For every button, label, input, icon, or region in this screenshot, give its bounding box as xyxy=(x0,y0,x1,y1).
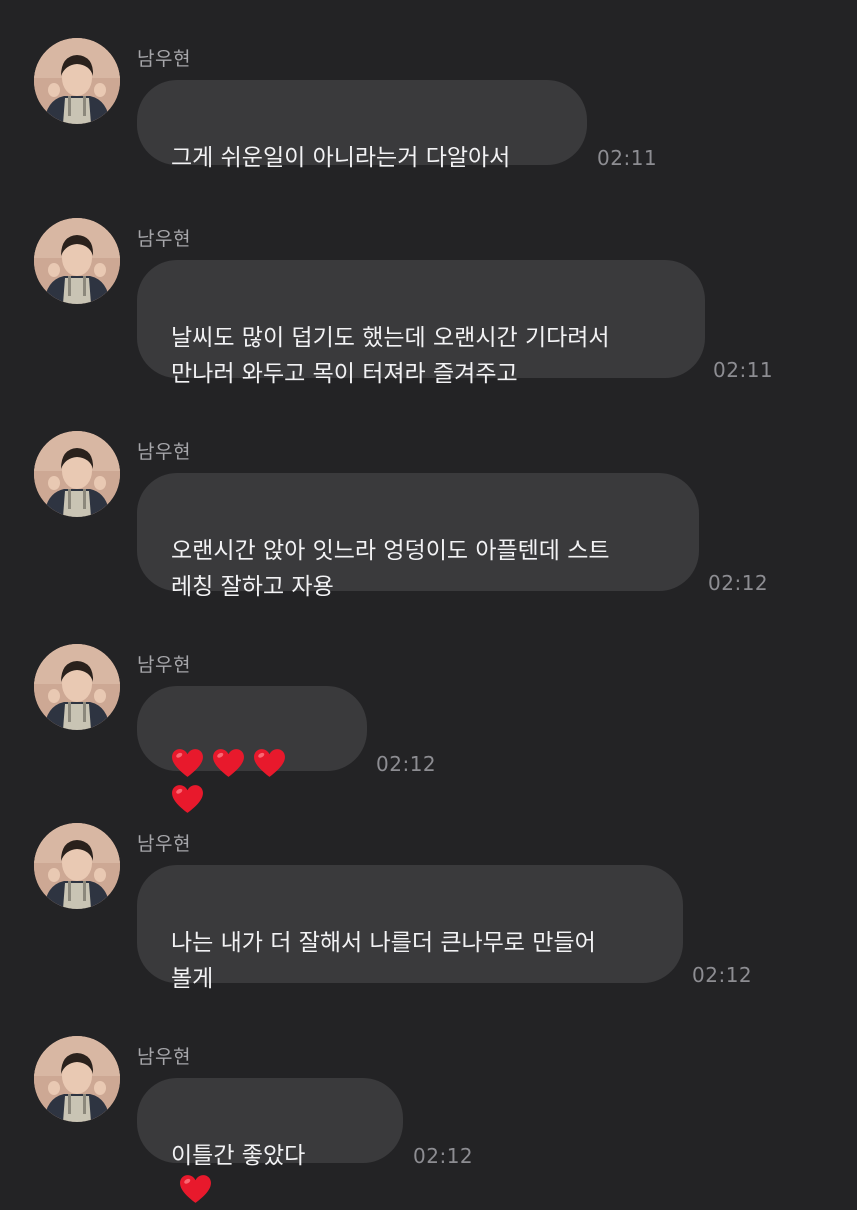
message-text: 날씨도 많이 덥기도 했는데 오랜시간 기다려서 만나러 와두고 목이 터져라 … xyxy=(171,325,610,387)
profile-photo-icon xyxy=(34,38,120,124)
sender-name: 남우현 xyxy=(137,228,191,250)
red-heart-icon xyxy=(171,748,204,778)
red-heart-icon xyxy=(212,748,245,778)
message-time: 02:12 xyxy=(376,752,437,776)
message-time: 02:12 xyxy=(708,571,769,595)
red-heart-icon xyxy=(171,784,204,814)
message-text: 나는 내가 더 잘해서 나를더 큰나무로 만들어 볼게 xyxy=(171,930,596,992)
avatar[interactable] xyxy=(34,1036,120,1122)
avatar[interactable] xyxy=(34,38,120,124)
sender-name: 남우현 xyxy=(137,48,191,70)
profile-photo-icon xyxy=(34,644,120,730)
avatar[interactable] xyxy=(34,823,120,909)
profile-photo-icon xyxy=(34,218,120,304)
message-bubble[interactable]: 오랜시간 앉아 잇느라 엉덩이도 아플텐데 스트 레칭 잘하고 자용 xyxy=(137,473,699,600)
message-time: 02:12 xyxy=(692,963,753,987)
message-bubble[interactable] xyxy=(137,686,367,771)
avatar[interactable] xyxy=(34,644,120,730)
sender-name: 남우현 xyxy=(137,833,191,855)
avatar[interactable] xyxy=(34,431,120,517)
sender-name: 남우현 xyxy=(137,1046,191,1068)
red-heart-icon xyxy=(253,748,286,778)
message-bubble[interactable]: 날씨도 많이 덥기도 했는데 오랜시간 기다려서 만나러 와두고 목이 터져라 … xyxy=(137,260,705,387)
profile-photo-icon xyxy=(34,1036,120,1122)
sender-name: 남우현 xyxy=(137,654,191,676)
message-text: 이틀간 좋았다 xyxy=(171,1143,306,1169)
message-text: 오랜시간 앉아 잇느라 엉덩이도 아플텐데 스트 레칭 잘하고 자용 xyxy=(171,538,610,600)
sender-name: 남우현 xyxy=(137,441,191,463)
message-bubble[interactable]: 그게 쉬운일이 아니라는거 다알아서 xyxy=(137,80,587,171)
message-bubble[interactable]: 이틀간 좋았다 xyxy=(137,1078,403,1163)
message-time: 02:11 xyxy=(597,146,658,170)
message-bubble[interactable]: 나는 내가 더 잘해서 나를더 큰나무로 만들어 볼게 xyxy=(137,865,683,992)
avatar[interactable] xyxy=(34,218,120,304)
profile-photo-icon xyxy=(34,823,120,909)
message-text: 그게 쉬운일이 아니라는거 다알아서 xyxy=(171,145,511,171)
message-time: 02:12 xyxy=(413,1144,474,1168)
message-time: 02:11 xyxy=(713,358,774,382)
profile-photo-icon xyxy=(34,431,120,517)
